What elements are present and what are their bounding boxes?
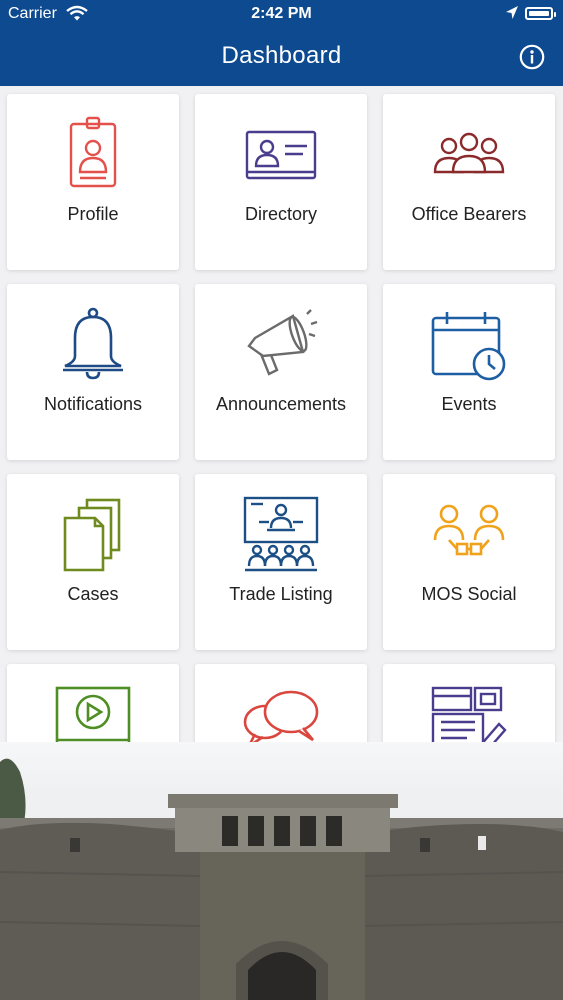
tile-office-bearers[interactable]: Office Bearers [383, 94, 555, 270]
id-badge-icon [69, 116, 117, 188]
clock: 2:42 PM [251, 5, 312, 22]
tile-label: Profile [67, 204, 119, 224]
form-edit-icon [431, 686, 507, 742]
people-group-icon [433, 132, 505, 174]
tile-notifications[interactable]: Notifications [7, 284, 179, 460]
tile-videos[interactable] [7, 664, 179, 742]
chat-bubbles-icon [243, 690, 319, 742]
dashboard-grid: Profile Directory Office Bearers Notific… [0, 86, 563, 742]
tile-directory[interactable]: Directory [195, 94, 367, 270]
tile-forms[interactable] [383, 664, 555, 742]
tile-cases[interactable]: Cases [7, 474, 179, 650]
social-network-icon [433, 504, 505, 556]
tile-chat[interactable] [195, 664, 367, 742]
page-title: Dashboard [221, 42, 342, 69]
navigation-bar: Carrier 2:42 PM Dashboard [0, 0, 563, 86]
tile-profile[interactable]: Profile [7, 94, 179, 270]
location-arrow-icon [505, 5, 519, 26]
tile-mos-social[interactable]: MOS Social [383, 474, 555, 650]
contact-card-icon [245, 130, 317, 180]
info-button[interactable] [519, 44, 545, 70]
tile-label: MOS Social [421, 584, 517, 604]
status-bar: Carrier 2:42 PM [0, 0, 563, 28]
documents-icon [63, 498, 121, 572]
tile-events[interactable]: Events [383, 284, 555, 460]
tile-label: Events [441, 394, 497, 414]
tile-trade-listing[interactable]: Trade Listing [195, 474, 367, 650]
fort-banner-image [0, 742, 563, 1000]
megaphone-icon [247, 309, 318, 376]
tile-label: Notifications [43, 394, 143, 414]
tile-label: Announcements [215, 394, 347, 414]
tile-label: Cases [67, 584, 119, 604]
tile-label: Trade Listing [229, 584, 333, 604]
tile-label: Office Bearers [411, 204, 527, 224]
tile-announcements[interactable]: Announcements [195, 284, 367, 460]
calendar-clock-icon [431, 312, 506, 381]
info-icon [519, 44, 545, 70]
video-player-icon [55, 686, 131, 742]
tile-label: Directory [244, 204, 317, 224]
presentation-icon [243, 496, 319, 572]
battery-icon [525, 7, 556, 20]
bell-icon [63, 307, 123, 380]
